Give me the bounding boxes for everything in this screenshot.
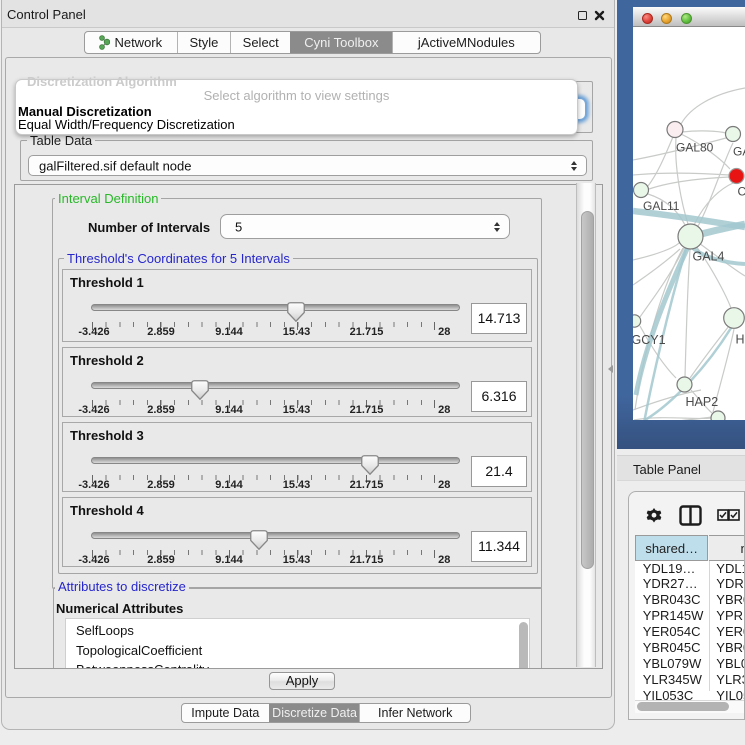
svg-text:GAL4: GAL4 bbox=[693, 250, 725, 264]
svg-text:CY: CY bbox=[738, 185, 745, 199]
svg-text:GAL11: GAL11 bbox=[643, 199, 680, 213]
svg-text:H: H bbox=[736, 333, 745, 347]
svg-text:GAL: GAL bbox=[733, 145, 745, 159]
svg-text:GAL80: GAL80 bbox=[676, 141, 714, 155]
svg-text:GCY1: GCY1 bbox=[633, 333, 666, 347]
svg-text:HAP2: HAP2 bbox=[686, 395, 719, 409]
